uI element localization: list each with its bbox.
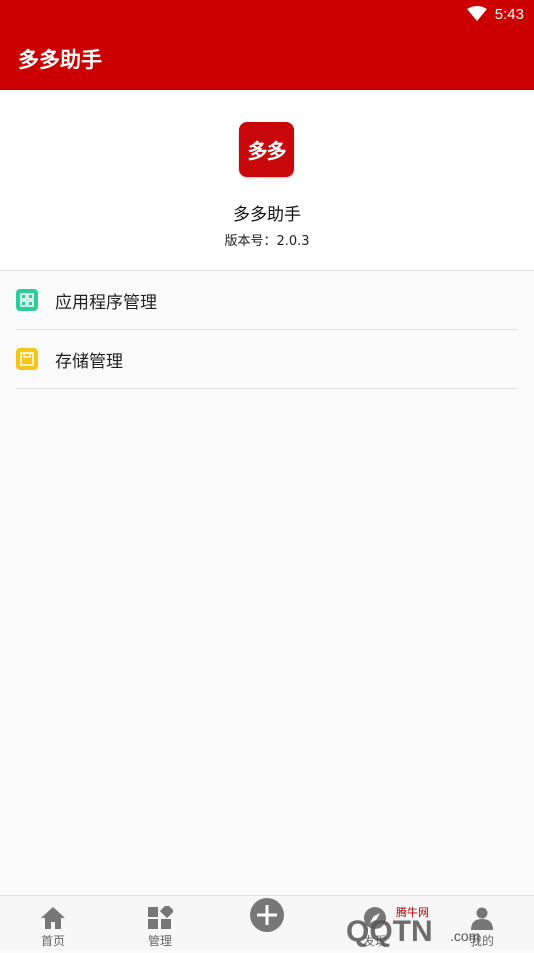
app-logo: 多多 — [239, 122, 294, 177]
watermark: 腾牛网 QQTN .com — [326, 898, 526, 948]
home-icon — [40, 902, 66, 930]
svg-text:.com: .com — [450, 928, 480, 944]
watermark-logo: 腾牛网 QQTN .com — [346, 905, 480, 948]
add-icon — [249, 898, 285, 933]
status-bar: 5:43 — [0, 0, 534, 28]
nav-home[interactable]: 首页 — [23, 896, 83, 950]
nav-manage[interactable]: 管理 — [130, 896, 190, 950]
nav-label: 管理 — [147, 934, 172, 948]
app-bar: 多多助手 — [0, 28, 534, 90]
svg-text:QQTN: QQTN — [346, 915, 433, 948]
status-time: 5:43 — [494, 5, 524, 23]
page-title: 多多助手 — [18, 48, 102, 72]
nav-label: 首页 — [40, 934, 65, 948]
menu-list: 应用程序管理 存储管理 — [0, 271, 534, 389]
menu-item-label: 应用程序管理 — [55, 292, 157, 313]
menu-item-storage-management[interactable]: 存储管理 — [16, 330, 518, 389]
menu-item-app-management[interactable]: 应用程序管理 — [16, 271, 518, 330]
nav-add[interactable] — [237, 896, 297, 950]
wifi-icon — [466, 6, 487, 22]
grid-icon — [16, 289, 38, 311]
storage-icon — [16, 348, 38, 370]
about-header: 多多 多多助手 版本号：2.0.3 — [0, 90, 534, 271]
menu-item-label: 存储管理 — [55, 351, 123, 372]
app-name: 多多助手 — [233, 205, 301, 225]
manage-icon — [147, 902, 173, 930]
app-logo-text: 多多 — [247, 139, 287, 163]
app-version: 版本号：2.0.3 — [224, 234, 310, 249]
